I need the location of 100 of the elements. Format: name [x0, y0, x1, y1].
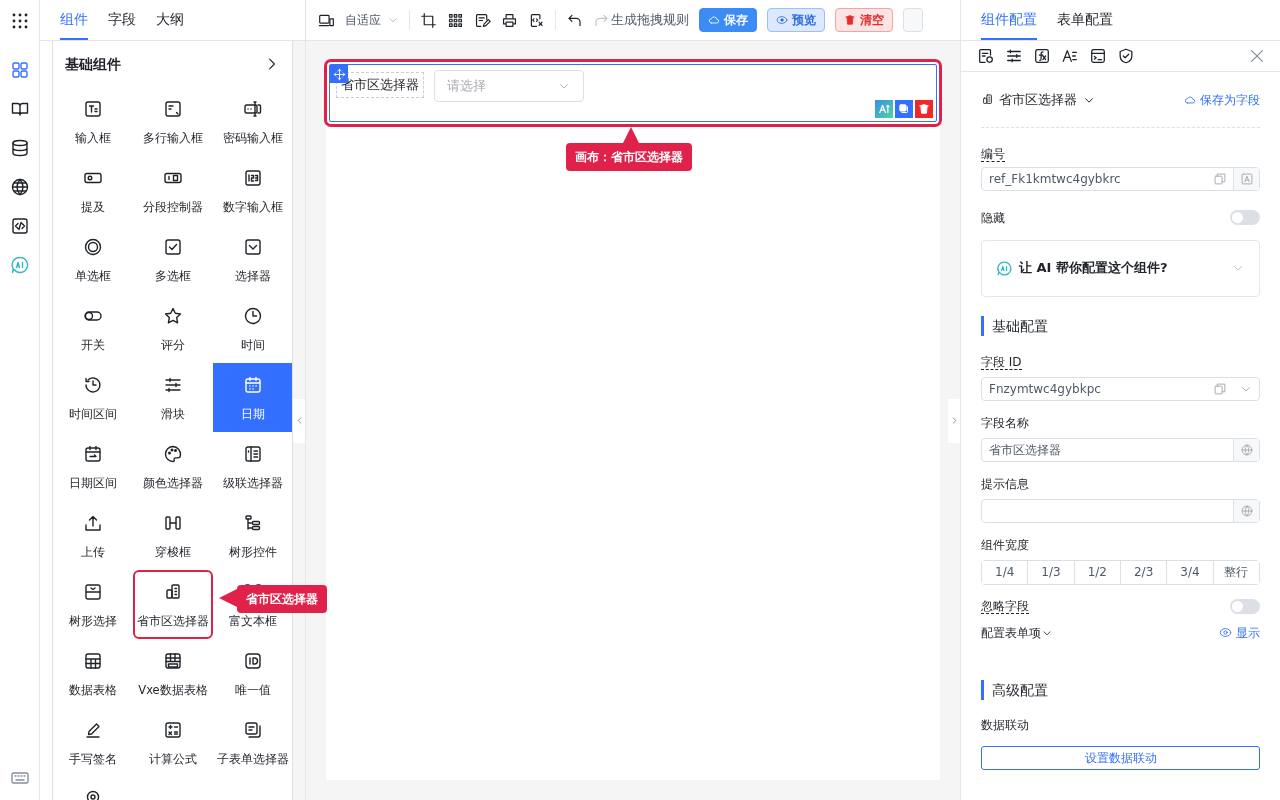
cloud-icon — [1184, 93, 1196, 106]
component-label[interactable]: 输入框 — [75, 130, 111, 148]
component-label[interactable]: 子表单选择器 — [217, 751, 289, 769]
terminal-icon[interactable] — [1089, 47, 1107, 65]
save-as-field-link[interactable]: 保存为字段 — [1184, 90, 1260, 109]
sliders-icon[interactable] — [1005, 47, 1023, 65]
component-label[interactable]: 多选框 — [155, 268, 191, 286]
panel-tab[interactable]: 大纲 — [156, 0, 184, 40]
text-input-icon — [83, 99, 103, 119]
pen-icon — [83, 720, 103, 740]
input-group[interactable]: ref_Fk1kmtwc4gybkrc — [981, 166, 1260, 191]
component-item[interactable]: 省市区选择器 — [133, 570, 213, 639]
component-label[interactable]: 树形控件 — [229, 544, 277, 562]
text-field[interactable]: ref_Fk1kmtwc4gybkrc — [982, 167, 1207, 190]
component-label[interactable]: 开关 — [81, 337, 105, 355]
form-items-dropdown[interactable]: 配置表单项 — [981, 623, 1053, 642]
toggle-switch[interactable] — [1230, 598, 1260, 614]
section-title: 基础配置 — [981, 315, 1260, 336]
component-label[interactable]: Vxe数据表格 — [138, 682, 208, 700]
component-label[interactable]: 富文本框 — [229, 613, 277, 631]
trash-icon — [917, 102, 931, 116]
radio-icon — [83, 237, 103, 257]
ai-chat-icon — [996, 259, 1013, 277]
component-label[interactable]: 滑块 — [161, 406, 185, 424]
text-style-icon[interactable] — [1061, 47, 1079, 65]
panel-tab[interactable]: 组件 — [60, 0, 88, 40]
component-label[interactable]: 日期区间 — [69, 475, 117, 493]
component-label[interactable]: 评分 — [161, 337, 185, 355]
component-label[interactable]: 提及 — [81, 199, 105, 217]
component-label[interactable]: 颜色选择器 — [143, 475, 203, 493]
tree-icon — [243, 513, 263, 533]
text-field[interactable]: 省市区选择器 — [982, 438, 1233, 461]
layout-select[interactable]: 自适应 — [345, 11, 399, 29]
globe-icon[interactable] — [9, 177, 30, 197]
config-tab[interactable]: 表单配置 — [1057, 0, 1113, 40]
crop-icon[interactable] — [420, 11, 437, 29]
component-label[interactable]: 选择器 — [235, 268, 271, 286]
component-label[interactable]: 分段控制器 — [143, 199, 203, 217]
grid-icon[interactable] — [9, 60, 30, 80]
field-label: 字段 ID — [981, 354, 1022, 370]
component-label[interactable]: 唯一值 — [235, 682, 271, 700]
panel-tab[interactable]: 字段 — [108, 0, 136, 40]
component-label[interactable]: 单选框 — [75, 268, 111, 286]
select-icon — [243, 237, 263, 257]
number-icon — [243, 168, 263, 188]
copy-button[interactable] — [895, 100, 913, 118]
code-file-icon[interactable] — [528, 11, 545, 29]
copy-form-icon — [243, 720, 263, 740]
print-icon[interactable] — [501, 11, 518, 29]
input-group[interactable]: Fnzymtwc4gybkpc — [981, 376, 1260, 401]
component-label[interactable]: 计算公式 — [149, 751, 197, 769]
collapse-handle[interactable] — [293, 398, 305, 443]
table-icon — [83, 651, 103, 671]
component-label[interactable]: 时间区间 — [69, 406, 117, 424]
clock-icon — [243, 306, 263, 326]
data-table-icon — [163, 651, 183, 671]
callout-label: 省市区选择器 — [237, 585, 327, 613]
component-label[interactable]: 级联选择器 — [223, 475, 283, 493]
config-tab[interactable]: 组件配置 — [981, 0, 1037, 40]
text-field[interactable]: Fnzymtwc4gybkpc — [982, 377, 1207, 400]
delete-button[interactable] — [915, 100, 933, 118]
component-label[interactable]: 数据表格 — [69, 682, 117, 700]
component-label[interactable]: 手写签名 — [69, 751, 117, 769]
ai-action-button[interactable] — [875, 100, 893, 118]
ai-chat-icon[interactable] — [9, 255, 30, 275]
component-label[interactable]: 树形选择 — [69, 613, 117, 631]
cloud-icon — [708, 14, 720, 26]
close-icon[interactable] — [1248, 47, 1266, 65]
field-label: 忽略字段 — [981, 598, 1029, 614]
component-label[interactable]: 上传 — [81, 544, 105, 562]
component-label[interactable]: 多行输入框 — [143, 130, 203, 148]
component-item[interactable]: 日期 — [213, 363, 292, 432]
eye-icon — [776, 14, 788, 26]
component-label[interactable]: 时间 — [241, 337, 265, 355]
collapse-handle[interactable] — [948, 398, 960, 443]
form-settings-icon[interactable] — [977, 47, 995, 65]
component-type-select[interactable]: 省市区选择器 — [981, 90, 1096, 110]
calculator-icon — [163, 720, 183, 740]
chevron-left-icon — [294, 416, 304, 425]
component-label[interactable]: 穿梭框 — [155, 544, 191, 562]
function-icon[interactable] — [1033, 47, 1051, 65]
width-option[interactable]: 1/4 — [982, 560, 1029, 584]
edit-icon[interactable] — [474, 11, 491, 29]
component-label[interactable]: 密码输入框 — [223, 130, 283, 148]
toggle-switch[interactable] — [1230, 210, 1260, 225]
ai-assist-panel[interactable]: 让 AI 帮你配置这个组件? — [981, 239, 1260, 297]
generate-rules-button[interactable]: 生成拖拽规则 — [611, 10, 689, 30]
database-icon[interactable] — [9, 138, 30, 158]
grid-dots-icon[interactable] — [447, 11, 464, 29]
shield-icon[interactable] — [1117, 47, 1135, 65]
input-group[interactable] — [981, 498, 1260, 523]
show-link[interactable]: 显示 — [1219, 623, 1260, 642]
building-icon — [163, 582, 183, 602]
code-icon[interactable] — [9, 216, 30, 236]
component-label[interactable]: 数字输入框 — [223, 199, 283, 217]
input-group[interactable]: 省市区选择器 — [981, 437, 1260, 462]
set-linkage-button[interactable]: 设置数据联动 — [981, 745, 1260, 770]
preview-button[interactable]: 预览 — [767, 8, 825, 32]
clear-button[interactable]: 清空 — [835, 8, 893, 32]
field-label: 提示信息 — [981, 476, 1029, 491]
